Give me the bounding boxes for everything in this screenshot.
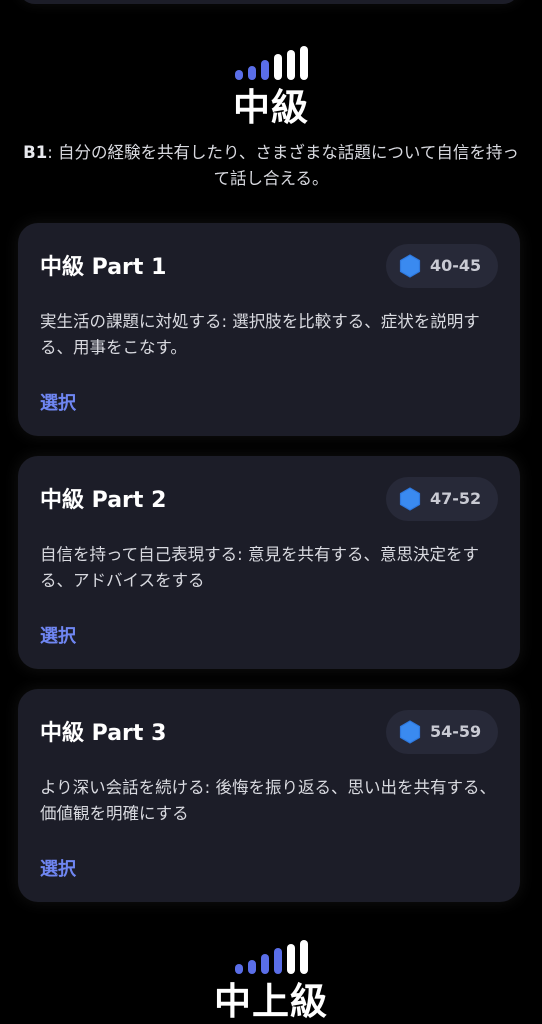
- level-description-text: : 自分の経験を共有したり、さまざまな話題について自信を持って話し合える。: [47, 143, 519, 188]
- previous-level-card[interactable]: [18, 0, 520, 4]
- signal-strength-icon: [235, 46, 308, 80]
- signal-bar: [274, 948, 282, 974]
- course-card-part-2[interactable]: 中級 Part 2 47-52 自信を持って自己表現する: 意見を共有する、意思…: [18, 456, 520, 669]
- card-description: 自信を持って自己表現する: 意見を共有する、意思決定をする、アドバイスをする: [40, 545, 479, 590]
- cefr-code: B1: [23, 143, 48, 162]
- course-card-part-1[interactable]: 中級 Part 1 40-45 実生活の課題に対処する: 選択肢を比較する、症状…: [18, 223, 520, 436]
- hexagon-icon: [399, 254, 421, 278]
- signal-bar: [261, 954, 269, 974]
- select-button[interactable]: 選択: [40, 389, 76, 415]
- level-header-upper-intermediate: 中上級: [0, 940, 542, 1024]
- level-title: 中級: [233, 86, 309, 129]
- signal-bar: [300, 46, 308, 80]
- card-title: 中級 Part 1: [40, 255, 167, 280]
- badge-range: 47-52: [430, 489, 482, 508]
- level-header-intermediate: 中級 B1: 自分の経験を共有したり、さまざまな話題について自信を持って話し合え…: [0, 46, 542, 192]
- signal-bar: [235, 964, 243, 974]
- select-button[interactable]: 選択: [40, 855, 76, 881]
- signal-bar: [287, 944, 295, 974]
- badge-range: 54-59: [430, 722, 482, 741]
- level-description: B1: 自分の経験を共有したり、さまざまな話題について自信を持って話し合える。: [21, 140, 521, 192]
- card-title: 中級 Part 2: [40, 488, 167, 513]
- signal-bar: [261, 60, 269, 80]
- signal-bar: [274, 54, 282, 80]
- level-title: 中上級: [214, 980, 328, 1023]
- select-button[interactable]: 選択: [40, 622, 76, 648]
- hexagon-icon: [399, 487, 421, 511]
- signal-bar: [287, 50, 295, 80]
- badge-range: 40-45: [430, 256, 482, 275]
- level-range-badge: 54-59: [386, 710, 498, 754]
- card-description: より深い会話を続ける: 後悔を振り返る、思い出を共有する、価値観を明確にする: [40, 778, 496, 823]
- hexagon-icon: [399, 720, 421, 744]
- level-range-badge: 47-52: [386, 477, 498, 521]
- card-description: 実生活の課題に対処する: 選択肢を比較する、症状を説明する、用事をこなす。: [40, 312, 480, 357]
- signal-bar: [300, 940, 308, 974]
- signal-bar: [248, 960, 256, 974]
- signal-bar: [235, 70, 243, 80]
- card-title: 中級 Part 3: [40, 721, 167, 746]
- signal-bar: [248, 66, 256, 80]
- level-range-badge: 40-45: [386, 244, 498, 288]
- signal-strength-icon: [235, 940, 308, 974]
- course-card-part-3[interactable]: 中級 Part 3 54-59 より深い会話を続ける: 後悔を振り返る、思い出を…: [18, 689, 520, 902]
